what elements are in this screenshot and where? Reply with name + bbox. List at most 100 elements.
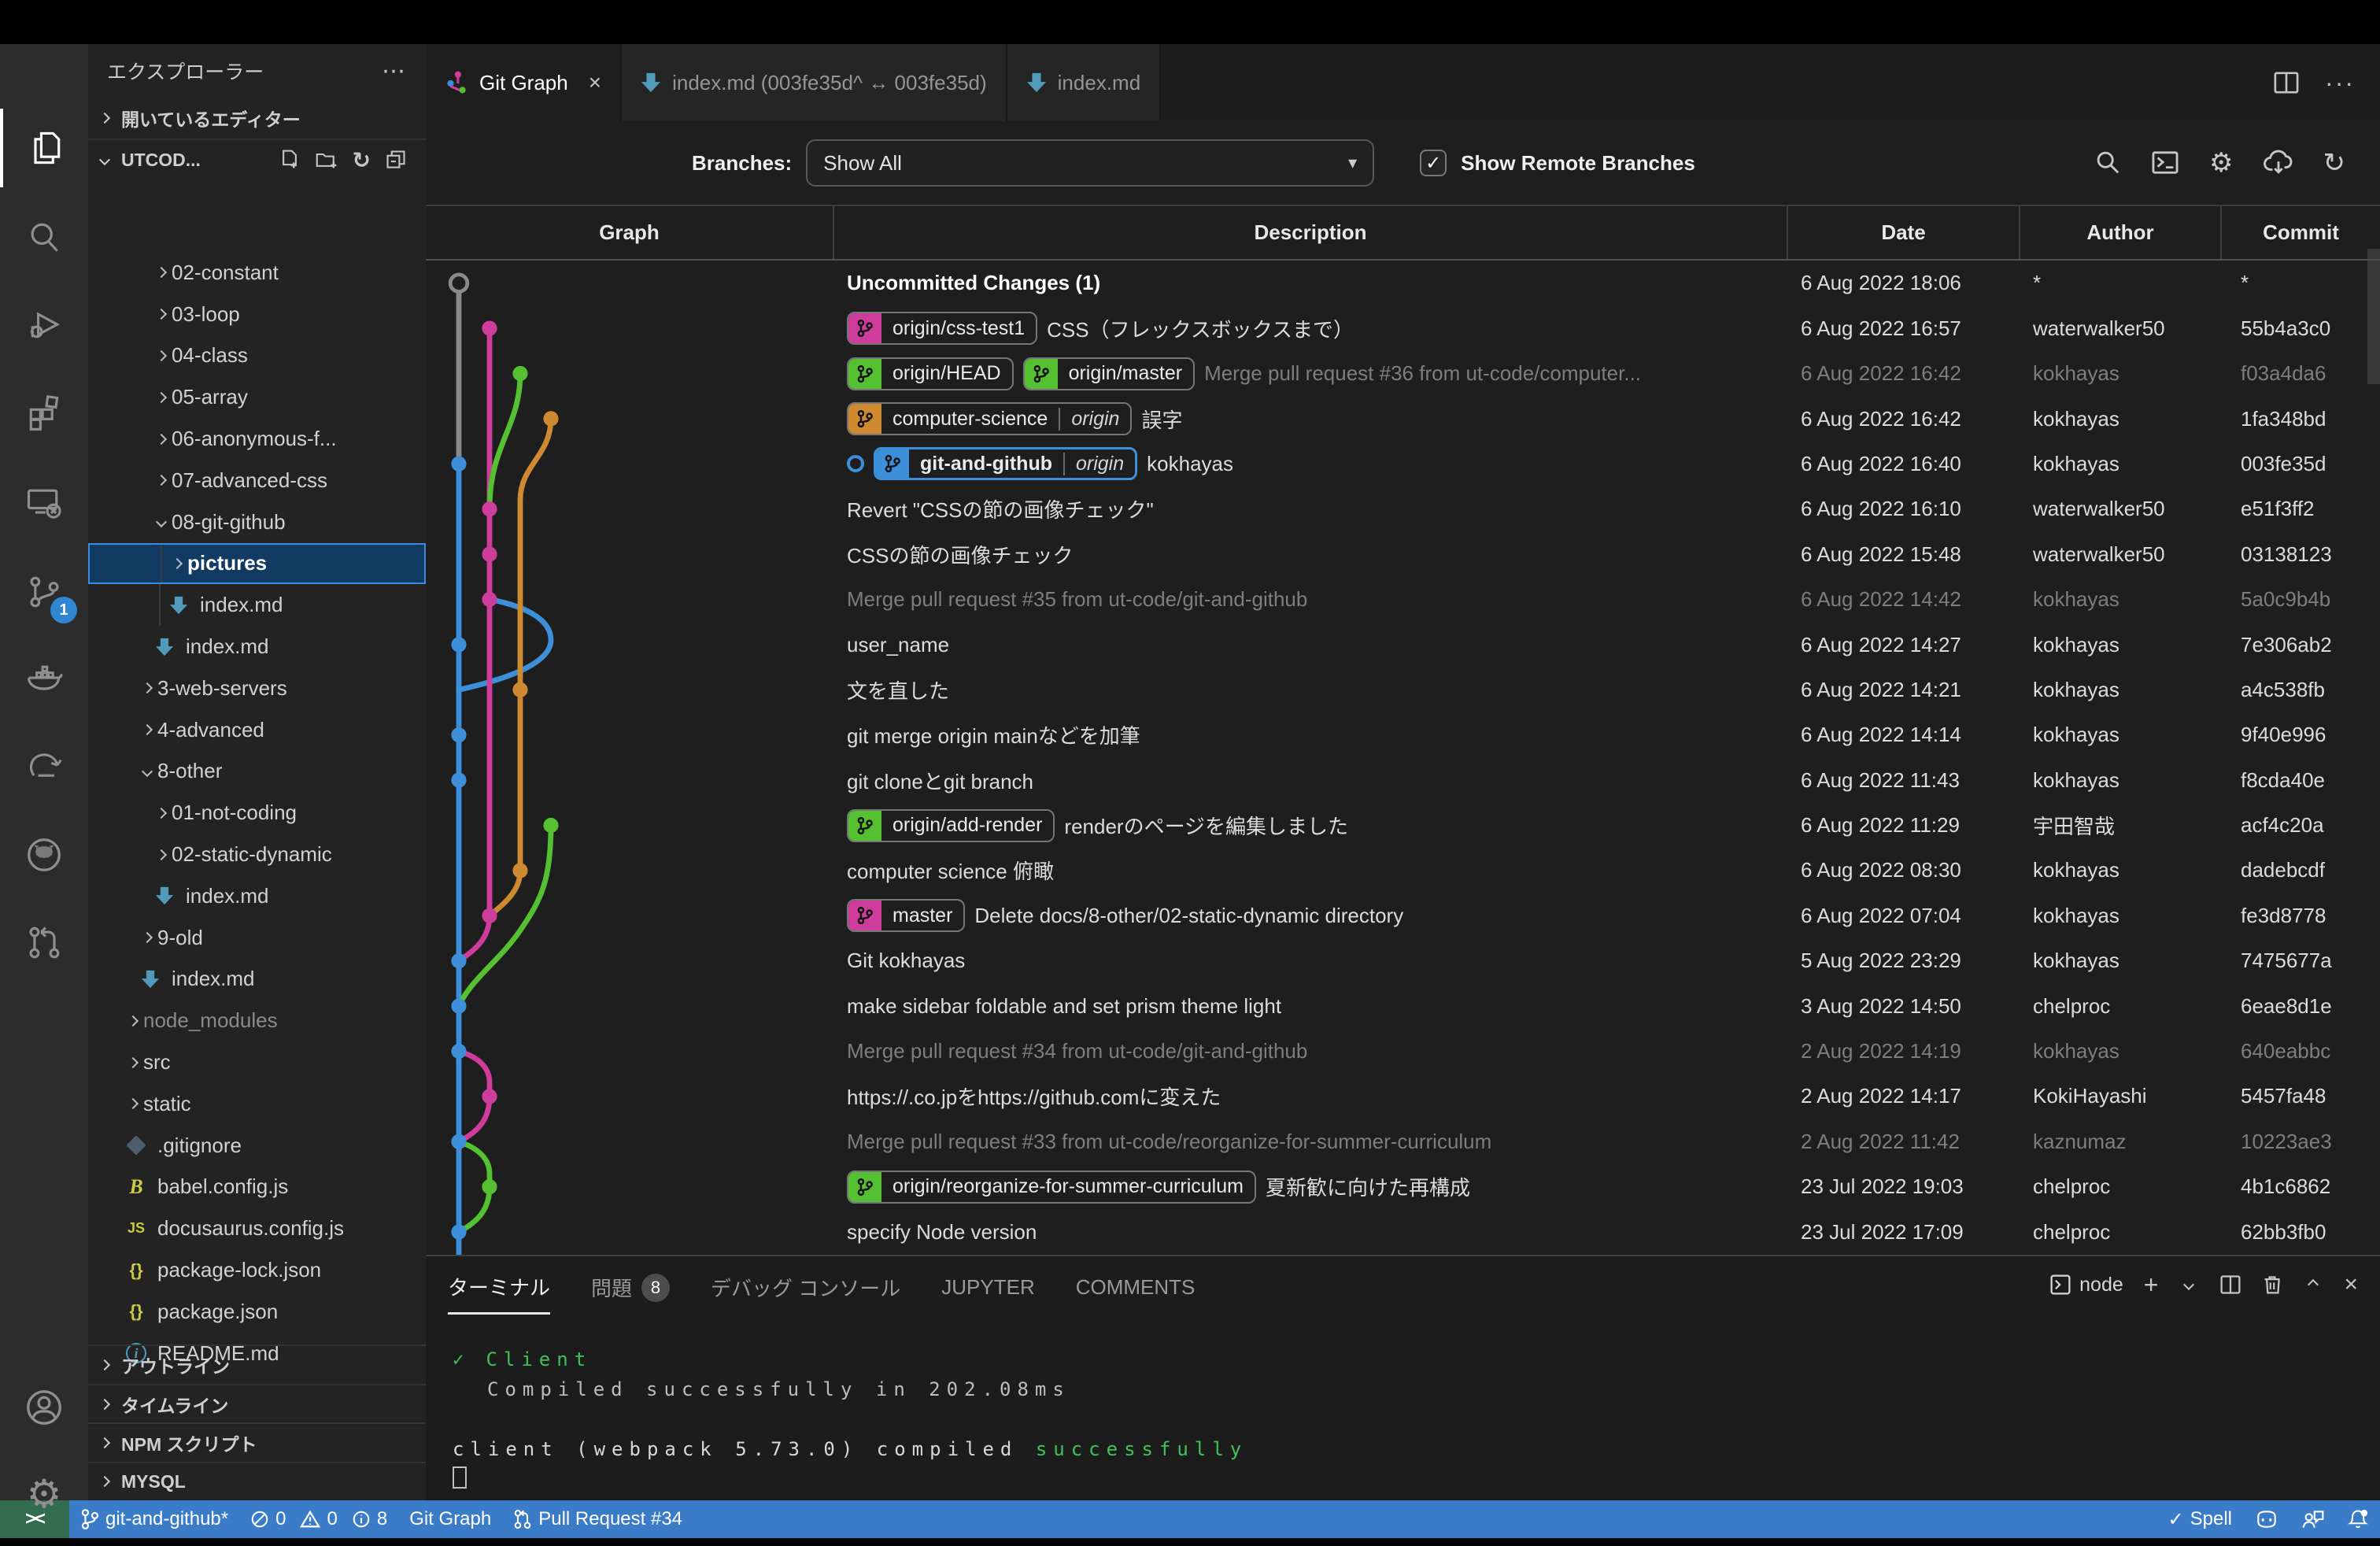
commit-row[interactable]: CSSの節の画像チェック6 Aug 2022 15:48waterwalker5…: [426, 532, 2380, 577]
editor-scrollbar[interactable]: [2367, 249, 2380, 384]
tab-terminal[interactable]: ターミナル: [448, 1272, 550, 1315]
terminal-icon[interactable]: [2151, 150, 2179, 176]
remote-explorer-icon[interactable]: [0, 463, 88, 542]
feedback-status-icon[interactable]: [2290, 1500, 2336, 1538]
tree-item-index-md[interactable]: index.md: [88, 959, 426, 1000]
tree-item-babel-config-js[interactable]: Bbabel.config.js: [88, 1167, 426, 1208]
sidebar-section-MYSQL[interactable]: MYSQL: [88, 1462, 426, 1500]
commit-row[interactable]: 文を直した6 Aug 2022 14:21kokhayasa4c538fb: [426, 668, 2380, 712]
terminal-output[interactable]: ✓Client Compiled successfully in 202.08m…: [453, 1344, 1247, 1494]
commit-row[interactable]: origin/add-render renderのページを編集しました6 Aug…: [426, 803, 2380, 848]
tab-git-graph[interactable]: Git Graph ×: [426, 44, 622, 121]
tree-item-02-constant[interactable]: 02-constant: [88, 252, 426, 294]
loop-arrow-icon[interactable]: [0, 727, 88, 806]
search-icon[interactable]: [0, 198, 88, 277]
col-graph[interactable]: Graph: [426, 206, 834, 259]
tree-item-index-md[interactable]: index.md: [88, 626, 426, 668]
github-icon[interactable]: [0, 816, 88, 894]
tree-item-05-array[interactable]: 05-array: [88, 376, 426, 418]
tab-index-md-diff[interactable]: index.md (003fe35d^ ↔ 003fe35d): [622, 44, 1007, 121]
col-description[interactable]: Description: [834, 206, 1788, 259]
cloud-download-icon[interactable]: [2264, 150, 2293, 176]
branches-dropdown[interactable]: Show All ▾: [806, 139, 1374, 187]
tree-item-index-md[interactable]: index.md: [88, 584, 426, 626]
commit-row[interactable]: computer-science origin誤字6 Aug 2022 16:4…: [426, 396, 2380, 441]
commit-row[interactable]: user_name6 Aug 2022 14:27kokhayas7e306ab…: [426, 622, 2380, 667]
tree-item-07-advanced-css[interactable]: 07-advanced-css: [88, 460, 426, 501]
settings-gear-icon[interactable]: ⚙: [0, 1455, 88, 1533]
tree-item-02-static-dynamic[interactable]: 02-static-dynamic: [88, 834, 426, 875]
tree-item-8-other[interactable]: 8-other: [88, 751, 426, 793]
sidebar-section-タイムライン[interactable]: タイムライン: [88, 1384, 426, 1422]
tree-item--gitignore[interactable]: .gitignore: [88, 1125, 426, 1167]
docker-icon[interactable]: [0, 639, 88, 718]
tab-comments[interactable]: COMMENTS: [1076, 1275, 1196, 1311]
commit-row[interactable]: Merge pull request #35 from ut-code/git-…: [426, 577, 2380, 622]
copilot-status-icon[interactable]: [2243, 1500, 2290, 1538]
branch-chip[interactable]: origin/add-render: [847, 809, 1055, 842]
accounts-icon[interactable]: [0, 1368, 88, 1447]
kill-terminal-icon[interactable]: [2262, 1274, 2282, 1296]
tab-index-md[interactable]: index.md: [1007, 44, 1162, 121]
col-author[interactable]: Author: [2020, 206, 2222, 259]
commit-row[interactable]: git-and-github originkokhayas6 Aug 2022 …: [426, 442, 2380, 486]
tree-item-3-web-servers[interactable]: 3-web-servers: [88, 668, 426, 709]
tree-item-package-json[interactable]: {}package.json: [88, 1291, 426, 1333]
commit-row[interactable]: Revert "CSSの節の画像チェック"6 Aug 2022 16:10wat…: [426, 486, 2380, 531]
tab-jupyter[interactable]: JUPYTER: [941, 1275, 1034, 1311]
commit-row[interactable]: Uncommitted Changes (1)6 Aug 2022 18:06*…: [426, 261, 2380, 305]
workspace-section[interactable]: UTCOD... ↻: [88, 139, 426, 179]
commit-row[interactable]: origin/reorganize-for-summer-curriculum …: [426, 1164, 2380, 1209]
graph-refresh-icon[interactable]: ↻: [2323, 150, 2346, 176]
tree-item-docusaurus-config-js[interactable]: JSdocusaurus.config.js: [88, 1208, 426, 1249]
branch-chip[interactable]: computer-science origin: [847, 402, 1132, 435]
split-editor-icon[interactable]: [2273, 70, 2300, 95]
close-tab-icon[interactable]: ×: [589, 70, 601, 95]
maximize-panel-icon[interactable]: [2308, 1279, 2319, 1290]
branch-chip[interactable]: origin/css-test1: [847, 312, 1037, 345]
close-panel-icon[interactable]: ×: [2344, 1271, 2358, 1298]
branch-chip[interactable]: origin/reorganize-for-summer-curriculum: [847, 1171, 1256, 1204]
commit-row[interactable]: make sidebar foldable and set prism them…: [426, 983, 2380, 1028]
commit-row[interactable]: computer science 俯瞰6 Aug 2022 08:30kokha…: [426, 848, 2380, 893]
tree-item-node-modules[interactable]: node_modules: [88, 1000, 426, 1041]
notifications-bell-icon[interactable]: [2336, 1500, 2380, 1538]
new-file-icon[interactable]: [279, 149, 301, 171]
tree-item-06-anonymous-f-[interactable]: 06-anonymous-f...: [88, 418, 426, 460]
show-remote-checkbox[interactable]: ✓: [1420, 150, 1447, 176]
tree-item-package-lock-json[interactable]: {}package-lock.json: [88, 1249, 426, 1291]
commit-row[interactable]: specify Node version23 Jul 2022 17:09che…: [426, 1209, 2380, 1254]
tab-problems[interactable]: 問題8: [591, 1273, 670, 1313]
tree-item-08-git-github[interactable]: 08-git-github: [88, 501, 426, 543]
graph-search-icon[interactable]: [2094, 150, 2121, 176]
commit-row[interactable]: https://.co.jpをhttps://github.comに変えた2 A…: [426, 1074, 2380, 1119]
tab-debug-console[interactable]: デバッグ コンソール: [711, 1273, 900, 1313]
commit-row[interactable]: Merge pull request #34 from ut-code/git-…: [426, 1029, 2380, 1074]
source-control-icon[interactable]: 1: [0, 553, 88, 631]
commit-row[interactable]: git merge origin mainなどを加筆6 Aug 2022 14:…: [426, 712, 2380, 757]
github-pullrequest-icon[interactable]: [0, 904, 88, 982]
split-terminal-icon[interactable]: [2219, 1274, 2241, 1296]
tree-item-04-class[interactable]: 04-class: [88, 335, 426, 377]
col-commit[interactable]: Commit: [2222, 206, 2380, 259]
tree-item-9-old[interactable]: 9-old: [88, 917, 426, 959]
extensions-icon[interactable]: [0, 373, 88, 452]
tree-item-src[interactable]: src: [88, 1041, 426, 1083]
open-editors-section[interactable]: 開いているエディター: [88, 98, 426, 139]
git-graph-status-item[interactable]: Git Graph: [398, 1500, 502, 1538]
tree-item-static[interactable]: static: [88, 1083, 426, 1125]
col-date[interactable]: Date: [1788, 206, 2020, 259]
spell-status-item[interactable]: ✓ Spell: [2157, 1500, 2243, 1538]
commit-row[interactable]: Merge pull request #33 from ut-code/reor…: [426, 1119, 2380, 1164]
explorer-icon[interactable]: [0, 109, 88, 187]
new-folder-icon[interactable]: [315, 149, 338, 171]
run-debug-icon[interactable]: [0, 287, 88, 365]
branch-chip[interactable]: origin/master: [1023, 357, 1196, 390]
sidebar-more-icon[interactable]: ⋯: [382, 57, 407, 85]
graph-settings-gear-icon[interactable]: ⚙: [2209, 150, 2233, 176]
pull-request-status-item[interactable]: Pull Request #34: [502, 1500, 693, 1538]
tree-item-pictures[interactable]: pictures: [88, 543, 426, 585]
problems-status-item[interactable]: 0 0 8: [239, 1500, 398, 1538]
new-terminal-icon[interactable]: +: [2144, 1270, 2159, 1300]
refresh-explorer-icon[interactable]: ↻: [353, 147, 371, 173]
